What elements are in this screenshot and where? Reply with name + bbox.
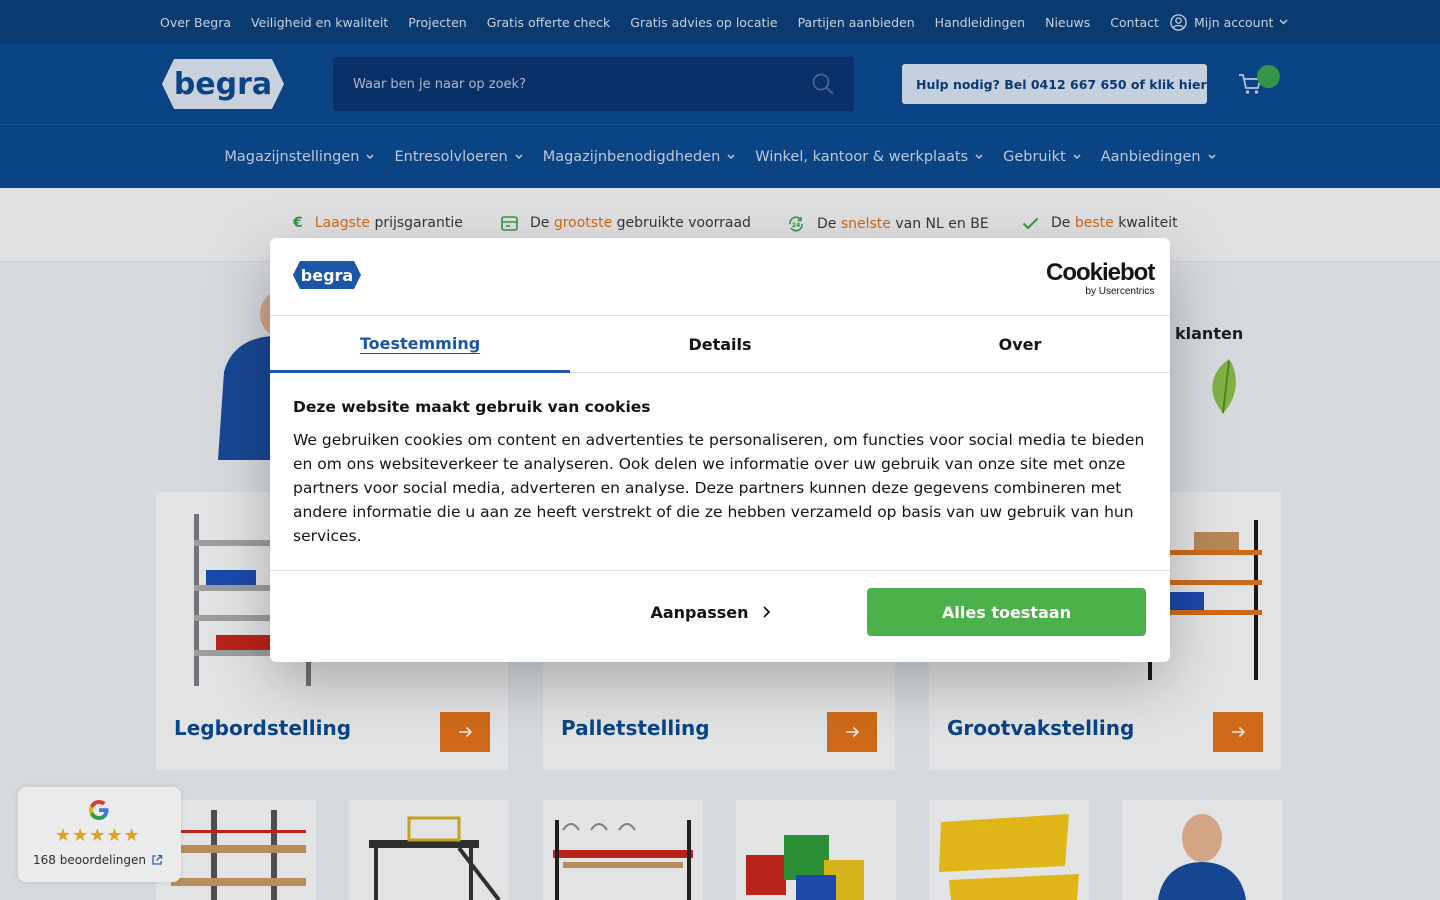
cookie-dialog-body: We gebruiken cookies om content en adver… [293,431,1145,545]
cookiebot-logo: Cookiebot by Usercentrics [1046,259,1155,298]
cookiebot-sub: by Usercentrics [1085,286,1155,297]
customize-label: Aanpassen [650,602,749,622]
cookie-tabs: Toestemming Details Over [270,315,1170,373]
tab-over[interactable]: Over [870,316,1170,373]
cookie-consent-dialog: begra Cookiebot by Usercentrics Toestemm… [270,238,1170,662]
allow-all-button[interactable]: Alles toestaan [867,588,1146,636]
dialog-divider [270,570,1170,571]
customize-button[interactable]: Aanpassen [600,588,820,636]
cookiebot-wordmark: Cookiebot [1046,259,1155,286]
chevron-right-icon [762,606,770,618]
dialog-logo-text: begra [301,266,353,285]
tab-details[interactable]: Details [570,316,870,373]
tab-toestemming[interactable]: Toestemming [270,316,570,373]
cookie-dialog-title: Deze website maakt gebruik van cookies [293,398,651,416]
begra-logo: begra [293,261,361,289]
